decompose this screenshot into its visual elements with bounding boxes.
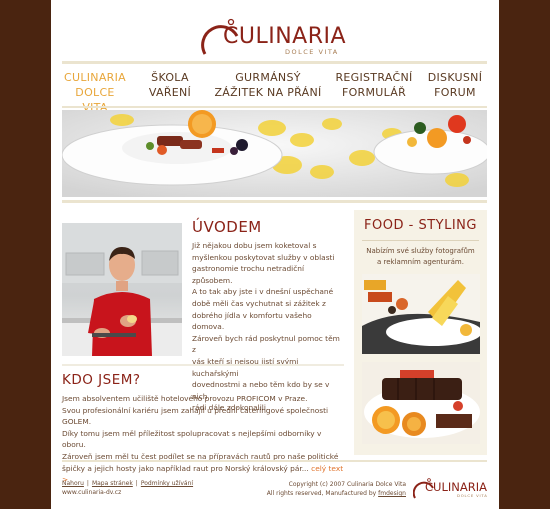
footer-logo-subtitle: DOLCE VITA [457,493,488,498]
logo-title: CULINARIA [223,24,347,49]
food-styling-line: a reklamním agenturám. [377,258,464,266]
footer-link-top[interactable]: Nahoru [62,480,84,487]
fruit-dessert-illustration [362,274,480,354]
intro-line: myšlenkou poskytovat služby v oblasti [192,252,335,262]
about-line: Svou profesionální kariéru jsem zahájil … [62,405,329,427]
intro-text: Již nějakou dobu jsem koketoval s myšlen… [192,240,342,414]
nav-item-diskusni-forum[interactable]: DISKUSNÍ FORUM [424,70,486,100]
divider [62,460,487,462]
nav-label-line1: CULINARIA [64,71,126,84]
intro-line: vás kteří si nejsou jistí svými kuchařsk… [192,356,299,378]
food-styling-text: Nabízím své služby fotografům a reklamní… [364,246,477,268]
nav-label-line2: FORMULÁŘ [341,86,407,99]
nav-label-line2: FORUM [434,86,476,99]
footer-link-terms[interactable]: Podmínky užívání [141,480,193,487]
footer-logo[interactable]: CULINARIA DOLCE VITA [413,472,493,502]
about-heading: KDO JSEM? [62,372,141,388]
food-styling-line: Nabízím své služby fotografům [366,247,475,255]
about-text: Jsem absolventem učiliště hotelového pro… [62,393,347,486]
page: CULINARIA DOLCE VITA CULINARIA DOLCE VIT… [51,0,499,509]
intro-line: A to tak aby jste i v dnešní uspěchané [192,287,334,297]
site-logo[interactable]: CULINARIA DOLCE VITA [199,6,351,58]
footer-links: Nahoru | Mapa stránek | Podmínky užívání [62,480,193,487]
logo-subtitle: DOLCE VITA [285,48,339,56]
about-line: Díky tomu jsem měl příležitost spoluprac… [62,428,322,450]
intro-line: Zároveň bych rád poskytnul pomoc těm z [192,333,340,355]
divider [62,106,487,108]
footer-copyright: Copyright (c) 2007 Culinaria Dolce Vita … [256,480,406,498]
divider [62,200,487,203]
maker-link[interactable]: fmdesign [378,490,406,497]
food-styling-box: FOOD - STYLING Nabízím své služby fotogr… [354,210,487,455]
intro-line: době měli čas vychutnat si zážitek z [192,298,326,308]
divider [362,240,479,241]
nav-item-gurmansky-zazitek[interactable]: GURMÁNSÝ ZÁŽITEK NA PŘÁNÍ [212,70,324,100]
divider [62,61,487,64]
intro-line: dobrého jídla v komfortu vašeho domova. [192,310,312,332]
nav-item-skola-vareni[interactable]: ŠKOLA VAŘENÍ [140,70,200,100]
about-line: špičky a jejich hosty jako například rau… [62,463,309,473]
food-photo-chocolate-dessert [362,362,480,444]
intro-line: Již nějakou dobu jsem koketoval s [192,241,317,250]
nav-label-line2: ZÁŽITEK NA PŘÁNÍ [214,86,322,99]
chef-illustration [62,223,182,356]
separator: | [135,480,138,487]
nav-label-line1: ŠKOLA [151,71,189,84]
footer-site: www.culinaria-dv.cz [62,489,122,496]
food-plates-illustration [62,110,487,197]
banner-image [62,110,487,197]
footer-link-sitemap[interactable]: Mapa stránek [92,480,133,487]
nav-item-culinaria[interactable]: CULINARIA DOLCE VITA [62,70,128,115]
copyright-text: Copyright (c) 2007 Culinaria Dolce Vita [288,481,406,488]
food-styling-heading: FOOD - STYLING [364,218,477,233]
food-photo-fruit-dessert [362,274,480,354]
nav-item-registracni-formular[interactable]: REGISTRAČNÍ FORMULÁŘ [334,70,414,100]
nav-label-line1: DISKUSNÍ [427,71,483,84]
rights-text: All rights reserved, Manufactured by [266,490,377,497]
nav-label-line1: REGISTRAČNÍ [335,71,413,84]
separator: | [86,480,89,487]
rights-line: All rights reserved, Manufactured by fmd… [256,489,406,498]
divider [62,364,344,366]
chef-photo [62,223,182,356]
chocolate-dessert-illustration [362,362,480,444]
nav-label-line1: GURMÁNSÝ [235,71,301,84]
main-nav: CULINARIA DOLCE VITA ŠKOLA VAŘENÍ GURMÁN… [62,70,487,114]
intro-line: gastronomie trochu netradiční způsobem. [192,264,305,285]
about-line: Jsem absolventem učiliště hotelového pro… [62,394,308,403]
footer-logo-title: CULINARIA [425,480,487,494]
intro-heading: ÚVODEM [192,218,262,236]
nav-label-line2: VAŘENÍ [148,86,192,99]
